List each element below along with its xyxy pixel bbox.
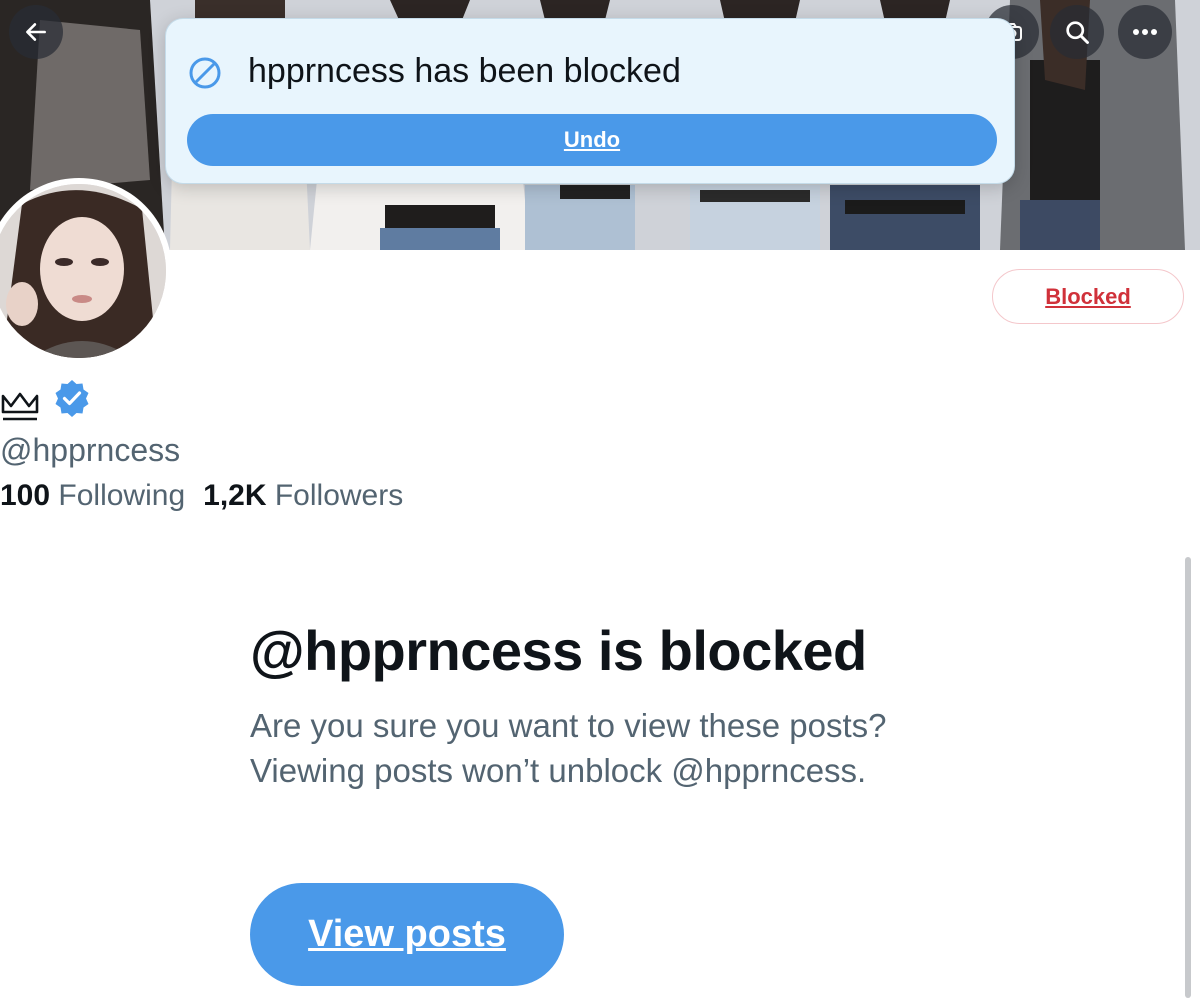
blocked-button[interactable]: Blocked xyxy=(992,269,1184,324)
search-button[interactable] xyxy=(1050,5,1104,59)
blocked-toast: hpprncess has been blocked Undo xyxy=(165,18,1015,184)
view-posts-button[interactable]: View posts xyxy=(250,883,564,986)
followers-link[interactable]: 1,2K Followers xyxy=(203,479,403,512)
profile-page: hpprncess has been blocked Undo Blocked … xyxy=(0,0,1200,998)
followers-count: 1,2K xyxy=(203,479,267,512)
scrollbar[interactable] xyxy=(1185,557,1191,998)
search-icon xyxy=(1063,18,1091,46)
toast-message: hpprncess has been blocked xyxy=(248,52,681,90)
back-button[interactable] xyxy=(9,5,63,59)
blocked-title: @hpprncess is blocked xyxy=(250,619,867,682)
avatar[interactable] xyxy=(0,178,172,364)
following-count: 100 xyxy=(0,479,51,512)
followers-label: Followers xyxy=(274,479,404,512)
more-horizontal-icon xyxy=(1132,28,1158,36)
block-icon xyxy=(188,56,222,90)
verified-badge-icon xyxy=(52,378,92,423)
arrow-left-icon xyxy=(23,19,49,45)
blocked-description: Are you sure you want to view these post… xyxy=(250,707,887,789)
undo-button[interactable]: Undo xyxy=(187,114,997,166)
profile-handle: @hpprncess xyxy=(0,432,181,468)
crown-icon xyxy=(0,388,40,427)
avatar-image xyxy=(0,184,166,358)
more-options-button[interactable] xyxy=(1118,5,1172,59)
following-link[interactable]: 100 Following xyxy=(0,479,185,512)
following-label: Following xyxy=(58,479,186,512)
follow-stats: 100 Following 1,2K Followers xyxy=(0,474,403,518)
